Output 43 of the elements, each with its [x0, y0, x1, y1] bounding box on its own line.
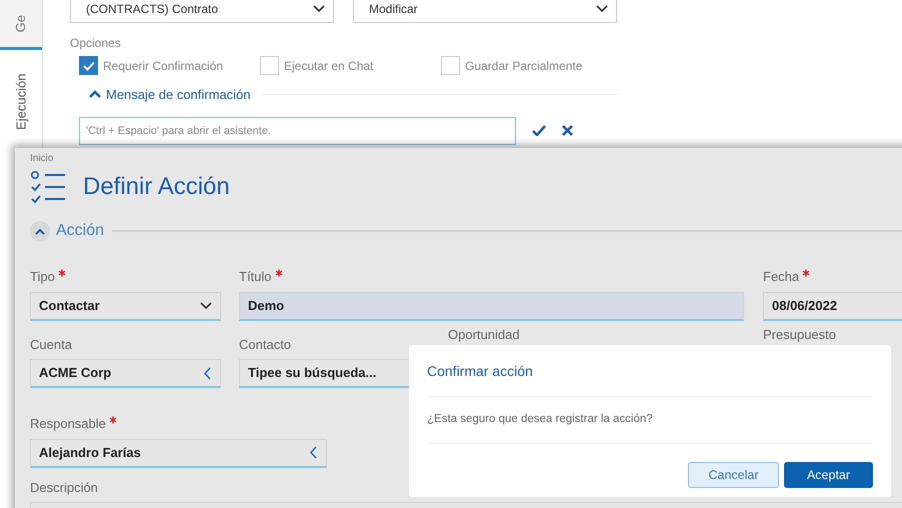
chevron-left-icon[interactable] — [203, 366, 212, 380]
close-icon[interactable] — [562, 125, 573, 136]
field-label: Presupuesto — [763, 326, 836, 342]
breadcrumb: Inicio — [30, 152, 54, 166]
dropdown[interactable]: Modificar — [353, 0, 617, 23]
checkbox-label: Requerir Confirmación — [103, 58, 224, 74]
field-label: Título — [239, 269, 272, 284]
caret-icon — [200, 302, 212, 309]
field-label: Cuenta — [30, 336, 72, 352]
chevron-up-icon — [89, 90, 101, 100]
caret-icon — [313, 5, 325, 12]
checkbox[interactable] — [79, 56, 98, 75]
checklist-icon — [30, 170, 66, 204]
input-field[interactable]: ACME Corp — [30, 359, 221, 388]
checkbox-label: Ejecutar en Chat — [284, 58, 374, 74]
field-label: Contacto — [239, 336, 292, 352]
dropdown[interactable]: Contactar — [30, 292, 221, 320]
dialog-title: Confirmar acción — [427, 345, 873, 397]
checkbox[interactable] — [260, 56, 279, 75]
input-field[interactable]: Demo — [239, 292, 744, 320]
field-label: Fecha — [763, 269, 800, 284]
checkbox[interactable] — [441, 56, 460, 75]
input-field[interactable]: 08/06/2022 — [763, 292, 902, 320]
dropdown[interactable]: (CONTRACTS) Contrato — [70, 0, 334, 23]
field-label: Oportunidad — [448, 326, 520, 342]
field-label: Tipo — [30, 269, 55, 284]
checkbox-label: Guardar Parcialmente — [465, 58, 582, 74]
chevron-up-icon — [35, 228, 45, 234]
dialog-message: ¿Esta seguro que desea registrar la acción? — [427, 397, 873, 444]
section-toggle[interactable]: Mensaje de confirmación — [89, 85, 251, 104]
check-icon — [82, 60, 94, 70]
side-tab[interactable]: Ge — [0, 0, 42, 50]
input-field[interactable]: Alejandro Farías — [30, 438, 327, 468]
accept-button[interactable]: Aceptar — [784, 462, 873, 488]
field-label: Descripción — [30, 480, 98, 494]
caret-icon — [596, 5, 608, 12]
page-title: Definir Acción — [83, 172, 230, 202]
message-input[interactable]: 'Ctrl + Espacio' para abrir el asistente. — [79, 116, 516, 144]
cancel-button[interactable]: Cancelar — [688, 462, 779, 488]
check-icon[interactable] — [532, 125, 546, 136]
options-label: Opciones — [70, 35, 122, 52]
field-label: Responsable — [30, 416, 106, 431]
chevron-left-icon[interactable] — [309, 446, 318, 459]
